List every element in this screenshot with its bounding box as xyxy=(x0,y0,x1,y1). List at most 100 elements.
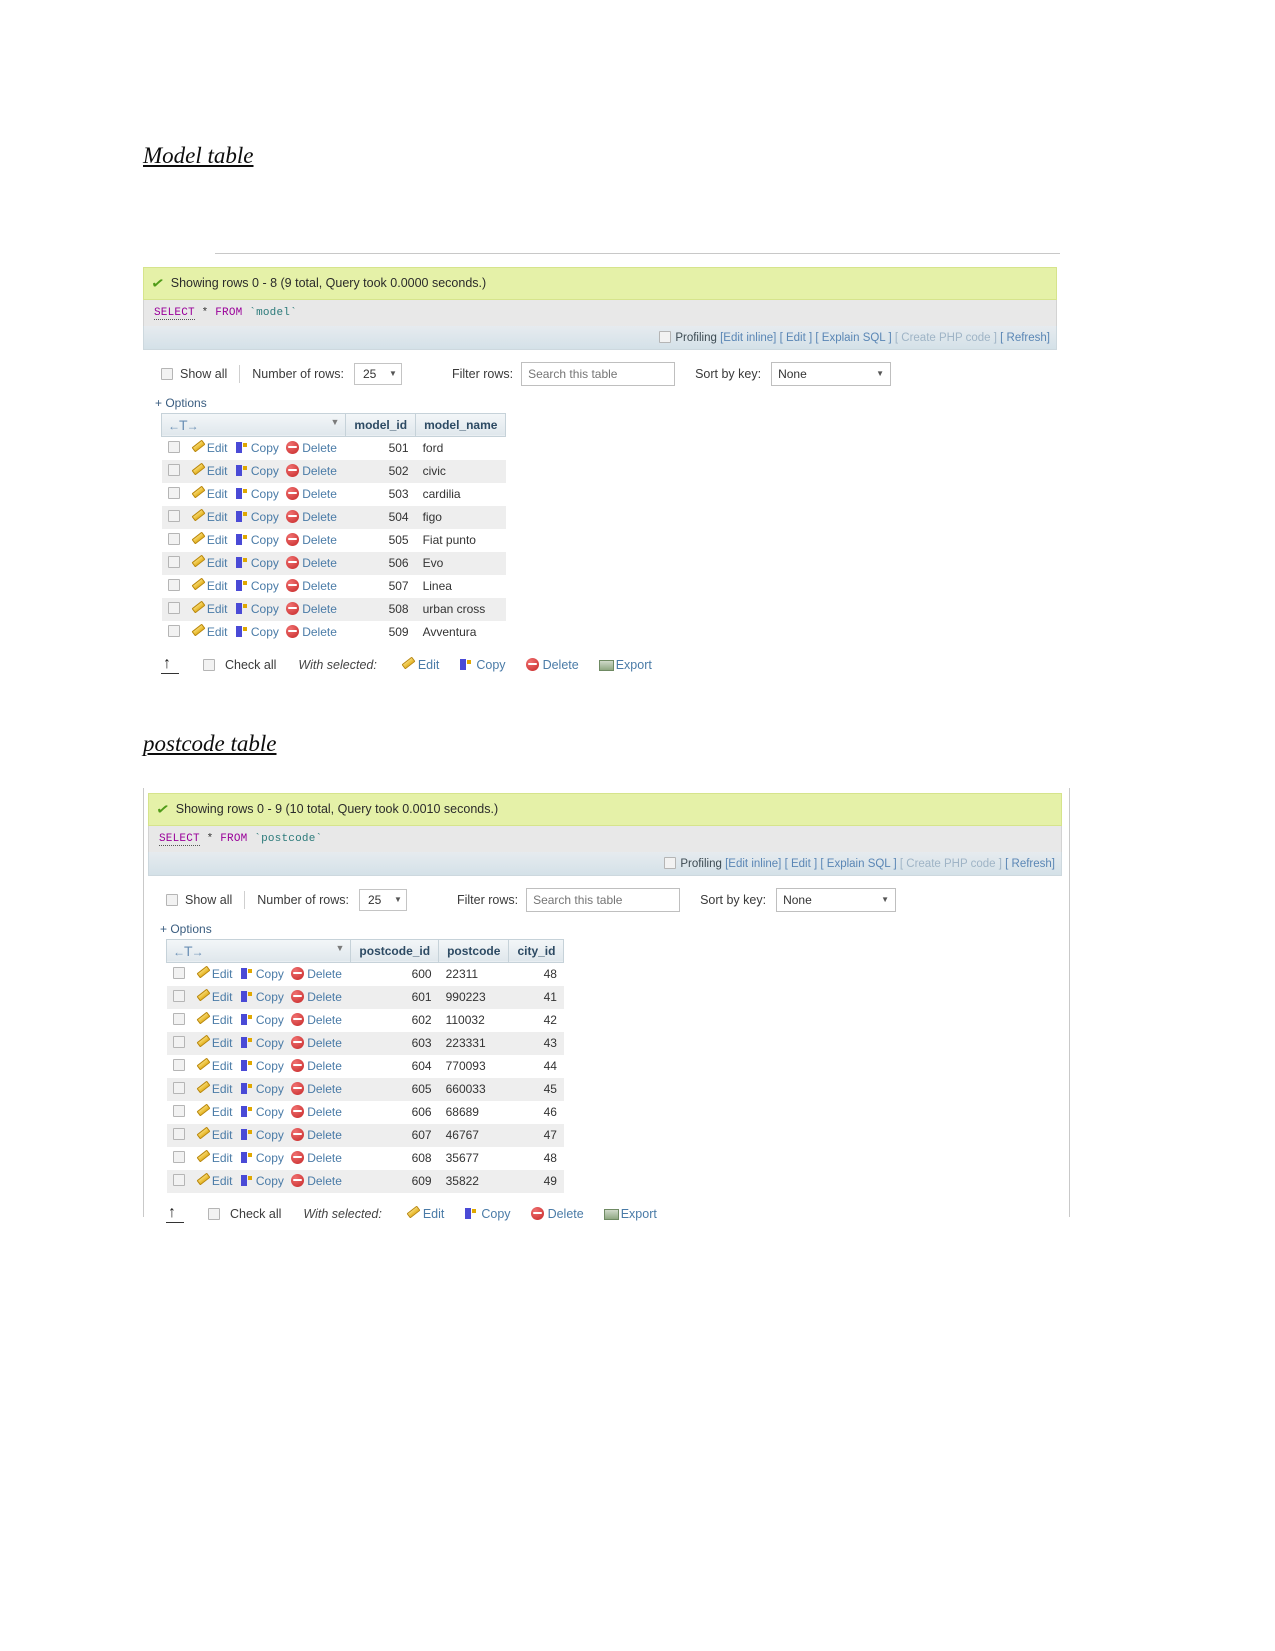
row-checkbox[interactable] xyxy=(172,1127,185,1140)
row-checkbox-cell[interactable] xyxy=(161,597,184,621)
row-delete-button[interactable]: Delete xyxy=(285,556,337,570)
table-row[interactable]: Edit Copy Delete 508 urban cross xyxy=(161,597,506,621)
sort-left-icon[interactable]: ← xyxy=(173,945,185,959)
footer-delete-button[interactable]: Delete xyxy=(525,658,579,672)
row-checkbox-cell[interactable] xyxy=(166,1031,189,1055)
row-copy-button[interactable]: Copy xyxy=(240,1128,284,1142)
row-delete-button[interactable]: Delete xyxy=(290,1013,342,1027)
row-copy-button[interactable]: Copy xyxy=(235,510,279,524)
number-of-rows-select[interactable]: 25 ▼ xyxy=(353,362,402,385)
row-checkbox[interactable] xyxy=(167,601,180,614)
sort-by-key-select[interactable]: None ▼ xyxy=(776,887,897,912)
row-edit-button[interactable]: Edit xyxy=(196,1059,233,1073)
row-copy-button[interactable]: Copy xyxy=(235,579,279,593)
filter-rows-input[interactable] xyxy=(521,361,676,386)
sort-right-icon[interactable]: → xyxy=(187,419,199,433)
table-row[interactable]: Edit Copy Delete 507 Linea xyxy=(161,574,506,598)
row-checkbox[interactable] xyxy=(167,578,180,591)
sort-t-icon[interactable]: T xyxy=(179,417,188,433)
row-delete-button[interactable]: Delete xyxy=(285,487,337,501)
edit-link[interactable]: [ Edit ] xyxy=(785,858,818,870)
table-row[interactable]: Edit Copy Delete 608 35677 48 xyxy=(166,1146,564,1170)
table-row[interactable]: Edit Copy Delete 600 22311 48 xyxy=(166,962,564,986)
sql-query-model[interactable]: SELECT * FROM `model` xyxy=(143,299,1057,326)
row-copy-button[interactable]: Copy xyxy=(235,464,279,478)
row-edit-button[interactable]: Edit xyxy=(191,510,228,524)
row-checkbox-cell[interactable] xyxy=(166,985,189,1009)
row-checkbox-cell[interactable] xyxy=(166,1169,189,1193)
row-checkbox[interactable] xyxy=(167,486,180,499)
row-checkbox-cell[interactable] xyxy=(166,1077,189,1101)
row-delete-button[interactable]: Delete xyxy=(285,625,337,639)
table-row[interactable]: Edit Copy Delete 504 figo xyxy=(161,505,506,529)
options-toggle-model[interactable]: + Options xyxy=(143,396,1057,413)
table-row[interactable]: Edit Copy Delete 605 660033 45 xyxy=(166,1077,564,1101)
row-edit-button[interactable]: Edit xyxy=(196,1105,233,1119)
row-checkbox-cell[interactable] xyxy=(161,436,184,460)
check-all-checkbox[interactable] xyxy=(203,658,215,671)
row-copy-button[interactable]: Copy xyxy=(240,1105,284,1119)
row-copy-button[interactable]: Copy xyxy=(235,602,279,616)
row-delete-button[interactable]: Delete xyxy=(290,1151,342,1165)
scroll-top-icon[interactable]: ↑ xyxy=(161,655,179,674)
row-edit-button[interactable]: Edit xyxy=(191,579,228,593)
row-edit-button[interactable]: Edit xyxy=(191,625,228,639)
table-row[interactable]: Edit Copy Delete 603 223331 43 xyxy=(166,1031,564,1055)
row-delete-button[interactable]: Delete xyxy=(290,990,342,1004)
row-checkbox[interactable] xyxy=(172,1173,185,1186)
row-checkbox-cell[interactable] xyxy=(161,482,184,506)
row-edit-button[interactable]: Edit xyxy=(196,1151,233,1165)
row-checkbox-cell[interactable] xyxy=(166,1100,189,1124)
options-toggle-postcode[interactable]: + Options xyxy=(148,922,1062,939)
row-delete-button[interactable]: Delete xyxy=(285,441,337,455)
create-php-code-link[interactable]: [ Create PHP code ] xyxy=(895,332,997,344)
footer-export-button[interactable]: Export xyxy=(598,658,652,672)
row-checkbox-cell[interactable] xyxy=(161,551,184,575)
sort-control-header[interactable]: ←T→ ▼ xyxy=(165,938,352,963)
row-delete-button[interactable]: Delete xyxy=(290,1059,342,1073)
footer-export-button[interactable]: Export xyxy=(603,1207,657,1221)
profiling-checkbox[interactable] xyxy=(659,330,672,343)
row-copy-button[interactable]: Copy xyxy=(235,487,279,501)
row-checkbox-cell[interactable] xyxy=(161,459,184,483)
column-header-postcode[interactable]: postcode xyxy=(438,938,510,963)
create-php-code-link[interactable]: [ Create PHP code ] xyxy=(900,858,1002,870)
sort-by-key-select[interactable]: None ▼ xyxy=(771,361,892,386)
sort-right-icon[interactable]: → xyxy=(192,945,204,959)
table-row[interactable]: Edit Copy Delete 505 Fiat punto xyxy=(161,528,506,552)
row-checkbox[interactable] xyxy=(172,1104,185,1117)
row-copy-button[interactable]: Copy xyxy=(240,1174,284,1188)
row-edit-button[interactable]: Edit xyxy=(191,487,228,501)
row-copy-button[interactable]: Copy xyxy=(235,441,279,455)
row-delete-button[interactable]: Delete xyxy=(290,1105,342,1119)
row-checkbox-cell[interactable] xyxy=(161,620,184,644)
row-edit-button[interactable]: Edit xyxy=(196,1036,233,1050)
scroll-top-icon[interactable]: ↑ xyxy=(166,1204,184,1223)
row-edit-button[interactable]: Edit xyxy=(191,533,228,547)
row-delete-button[interactable]: Delete xyxy=(290,1174,342,1188)
chevron-down-icon[interactable]: ▼ xyxy=(335,943,344,953)
table-row[interactable]: Edit Copy Delete 607 46767 47 xyxy=(166,1123,564,1147)
row-checkbox-cell[interactable] xyxy=(161,505,184,529)
table-row[interactable]: Edit Copy Delete 509 Avventura xyxy=(161,620,506,644)
table-row[interactable]: Edit Copy Delete 609 35822 49 xyxy=(166,1169,564,1193)
row-copy-button[interactable]: Copy xyxy=(240,1013,284,1027)
row-checkbox-cell[interactable] xyxy=(166,1123,189,1147)
row-copy-button[interactable]: Copy xyxy=(240,1059,284,1073)
row-copy-button[interactable]: Copy xyxy=(235,556,279,570)
row-delete-button[interactable]: Delete xyxy=(285,602,337,616)
refresh-link[interactable]: [ Refresh] xyxy=(1000,332,1050,344)
table-row[interactable]: Edit Copy Delete 501 ford xyxy=(161,436,506,460)
sort-control-header[interactable]: ←T→ ▼ xyxy=(160,412,347,437)
filter-rows-input[interactable] xyxy=(526,887,681,912)
row-checkbox[interactable] xyxy=(172,966,185,979)
row-edit-button[interactable]: Edit xyxy=(196,990,233,1004)
table-row[interactable]: Edit Copy Delete 604 770093 44 xyxy=(166,1054,564,1078)
row-edit-button[interactable]: Edit xyxy=(191,464,228,478)
row-checkbox-cell[interactable] xyxy=(161,574,184,598)
edit-inline-link[interactable]: [Edit inline] xyxy=(720,332,776,344)
row-copy-button[interactable]: Copy xyxy=(240,990,284,1004)
row-checkbox-cell[interactable] xyxy=(166,1008,189,1032)
row-checkbox-cell[interactable] xyxy=(166,1146,189,1170)
table-row[interactable]: Edit Copy Delete 502 civic xyxy=(161,459,506,483)
